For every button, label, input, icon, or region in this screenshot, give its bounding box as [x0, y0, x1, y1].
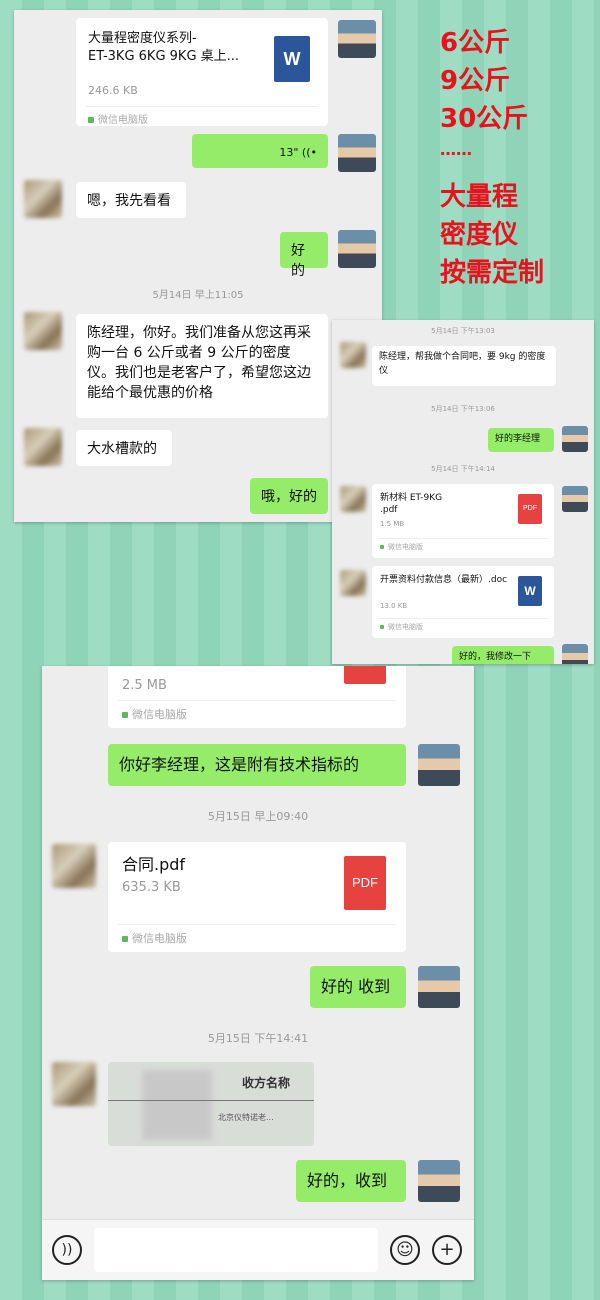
message-bubble: 好的 — [280, 232, 328, 279]
file-size: 246.6 KB — [88, 84, 138, 97]
promo-line-2: 9公斤 — [440, 66, 511, 96]
pdf-file-icon: PDF — [344, 856, 386, 910]
message-bubble: 嗯，我先看看 — [76, 182, 186, 218]
word-file-icon: W — [518, 576, 542, 606]
plus-icon[interactable]: + — [432, 1235, 462, 1265]
image-message[interactable]: 收方名称 北京仪特诺老... — [108, 1062, 314, 1146]
divider — [118, 700, 396, 701]
avatar[interactable] — [340, 570, 366, 596]
file-source: 微信电脑版 — [380, 542, 423, 552]
avatar[interactable] — [562, 426, 588, 452]
avatar[interactable] — [24, 180, 62, 218]
wechat-pc-icon — [122, 712, 128, 718]
file-source-label: 微信电脑版 — [132, 708, 187, 721]
image-line — [108, 1100, 314, 1101]
message-bubble: 你好李经理，这是附有技术指标的 — [108, 744, 406, 786]
divider — [118, 924, 396, 925]
avatar[interactable] — [338, 134, 376, 172]
input-toolbar: )) ☺ + — [42, 1219, 474, 1280]
avatar[interactable] — [418, 744, 460, 786]
message-bubble: 哦，好的 — [250, 478, 328, 514]
wechat-pc-icon — [380, 545, 384, 549]
promo-line-5: 大量程 — [440, 182, 519, 212]
message-bubble: 好的，收到 — [296, 1160, 406, 1202]
promo-line-4: …… — [440, 140, 472, 159]
pdf-file-icon — [344, 666, 386, 684]
timestamp: 5月15日 下午14:41 — [207, 1032, 309, 1045]
avatar[interactable] — [418, 1160, 460, 1202]
image-body-text: 北京仪特诺老... — [218, 1113, 274, 1122]
timestamp: 5月14日 早上11:05 — [152, 290, 244, 301]
wechat-pc-icon — [380, 625, 384, 629]
file-source-label: 微信电脑版 — [388, 623, 423, 631]
image-blur-region — [142, 1070, 212, 1140]
avatar[interactable] — [340, 342, 366, 368]
avatar[interactable] — [340, 486, 366, 512]
file-size: 635.3 KB — [122, 880, 181, 895]
file-name: 新材料 ET-9KG .pdf — [380, 493, 443, 515]
chat-panel-1: 大量程密度仪系列- ET-3KG 6KG 9KG 桌上... 246.6 KB … — [14, 10, 382, 522]
file-source-label: 微信电脑版 — [98, 115, 148, 126]
message-bubble: 陈经理，帮我做个合同吧，要 9kg 的密度仪 — [372, 346, 556, 386]
avatar[interactable] — [52, 1062, 96, 1106]
timestamp: 5月14日 下午13:03 — [431, 327, 495, 335]
divider — [378, 618, 548, 619]
promo-line-6: 密度仪 — [440, 220, 519, 250]
pdf-file-icon: PDF — [518, 494, 542, 524]
avatar[interactable] — [24, 428, 62, 466]
chat-panel-3: 2.5 MB 微信电脑版 你好李经理，这是附有技术指标的 5月15日 早上09:… — [42, 666, 474, 1280]
promo-line-7: 按需定制 — [440, 258, 545, 288]
timestamp: 5月14日 下午13:06 — [431, 405, 495, 413]
wechat-pc-icon — [88, 117, 94, 123]
message-bubble: 好的，我修改一下 — [452, 646, 554, 664]
file-source: 微信电脑版 — [122, 706, 187, 722]
emoji-icon[interactable]: ☺ — [390, 1235, 420, 1265]
voice-icon[interactable]: )) — [52, 1235, 82, 1265]
promo-line-3: 30公斤 — [440, 104, 529, 134]
divider — [378, 538, 548, 539]
file-source: 微信电脑版 — [380, 622, 423, 632]
timestamp: 5月15日 早上09:40 — [207, 810, 309, 823]
message-bubble: 好的 收到 — [310, 966, 406, 1008]
file-size: 2.5 MB — [122, 678, 167, 693]
file-name: 开票资料付款信息（最新）.doc — [380, 575, 508, 585]
wechat-pc-icon — [122, 936, 128, 942]
file-message[interactable]: 大量程密度仪系列- ET-3KG 6KG 9KG 桌上... 246.6 KB … — [76, 18, 328, 126]
file-source: 微信电脑版 — [122, 930, 187, 946]
file-message[interactable]: 2.5 MB 微信电脑版 — [108, 666, 406, 728]
avatar[interactable] — [338, 230, 376, 268]
message-bubble: 大水槽款的 — [76, 430, 172, 466]
promo-line-1: 6公斤 — [440, 28, 511, 58]
file-message[interactable]: 新材料 ET-9KG .pdf 1.5 MB PDF 微信电脑版 — [372, 484, 554, 558]
timestamp: 5月14日 下午14:14 — [431, 465, 495, 473]
message-bubble: 好的李经理 — [488, 428, 554, 452]
file-message[interactable]: 合同.pdf 635.3 KB PDF 微信电脑版 — [108, 842, 406, 952]
file-size: 1.5 MB — [380, 520, 405, 528]
file-message[interactable]: 开票资料付款信息（最新）.doc 13.0 KB W 微信电脑版 — [372, 566, 554, 638]
file-source-label: 微信电脑版 — [132, 932, 187, 945]
avatar[interactable] — [338, 20, 376, 58]
file-name: 大量程密度仪系列- ET-3KG 6KG 9KG 桌上... — [88, 31, 240, 64]
file-size: 13.0 KB — [380, 602, 408, 610]
message-input[interactable] — [94, 1228, 378, 1272]
avatar[interactable] — [52, 844, 96, 888]
word-file-icon: W — [274, 36, 310, 82]
avatar[interactable] — [562, 486, 588, 512]
file-name: 合同.pdf — [122, 855, 186, 874]
file-source-label: 微信电脑版 — [388, 543, 423, 551]
divider — [86, 106, 318, 107]
image-header-text: 收方名称 — [242, 1076, 291, 1090]
file-source: 微信电脑版 — [88, 111, 148, 126]
message-bubble: 陈经理，你好。我们准备从您这再采购一台 6 公斤或者 9 公斤的密度仪。我们也是… — [76, 314, 328, 418]
avatar[interactable] — [562, 644, 588, 664]
avatar[interactable] — [24, 312, 62, 350]
chat-panel-2: 5月14日 下午13:03 陈经理，帮我做个合同吧，要 9kg 的密度仪 5月1… — [332, 320, 594, 664]
avatar[interactable] — [418, 966, 460, 1008]
voice-message[interactable]: 13" ((• — [192, 134, 328, 168]
